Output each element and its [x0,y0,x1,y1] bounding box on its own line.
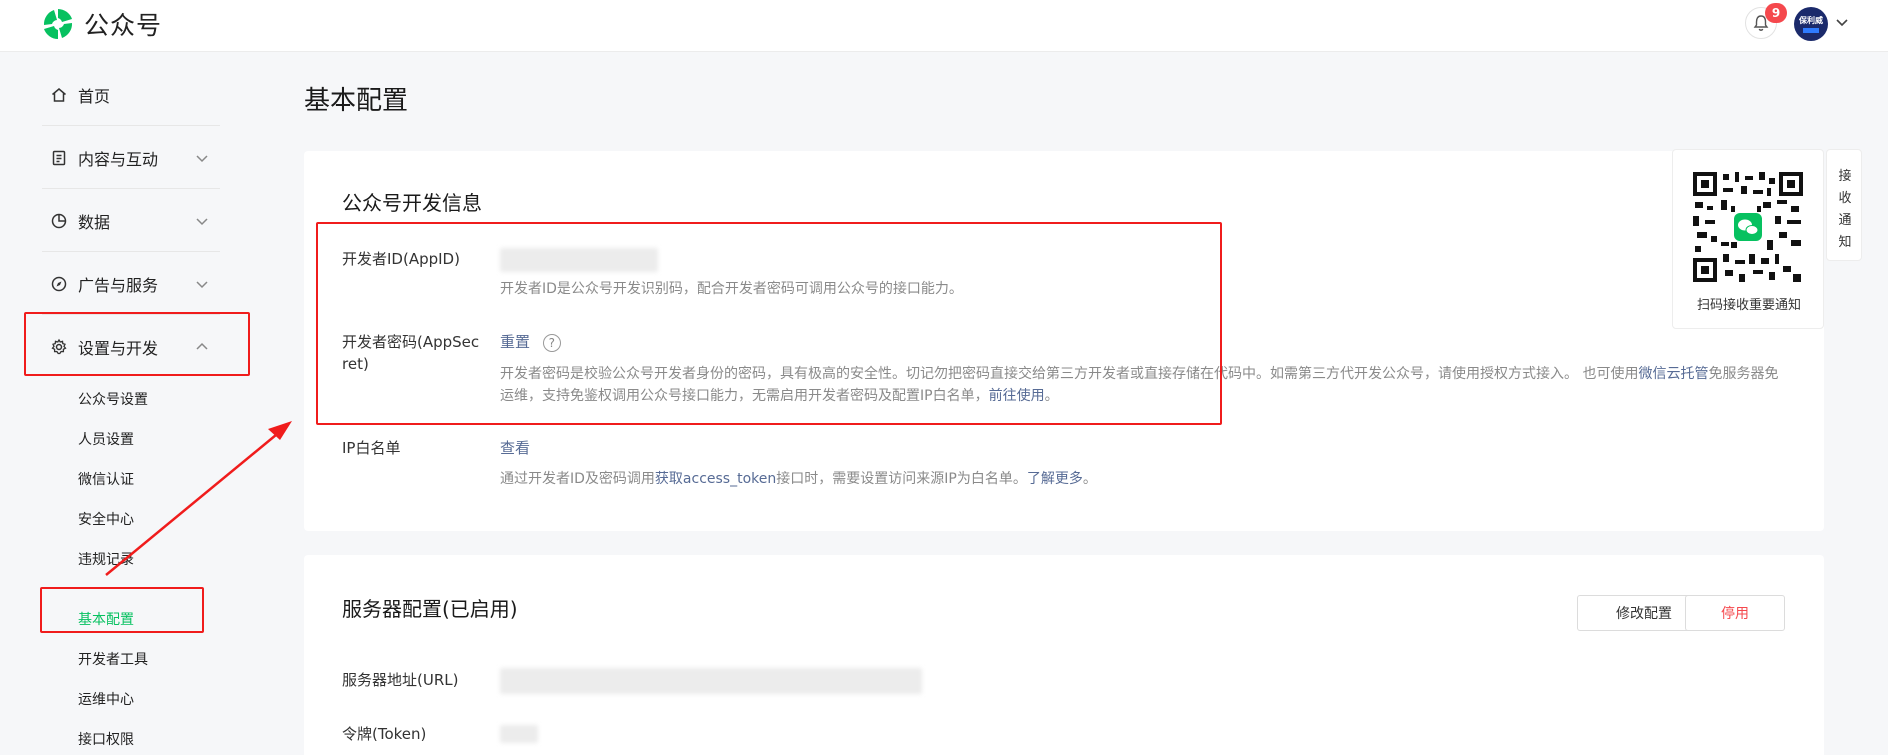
sidebar-divider [42,251,220,252]
sidebar-subitem-api-permissions[interactable]: 接口权限 [78,729,134,749]
avatar-decoration [1803,27,1819,33]
qr-code-icon [1691,170,1805,284]
home-icon [52,88,66,102]
side-tab-char: 收 [1838,191,1852,206]
sidebar-divider [42,125,220,126]
sidebar-item-ads-services[interactable]: 广告与服务 [42,264,220,304]
sidebar-item-label: 内容与互动 [78,150,159,169]
token-label: 令牌(Token) [342,725,427,743]
sidebar-item-label: 数据 [78,213,111,232]
annotation-box-settings [24,312,250,376]
server-config-card: 服务器配置(已启用) 修改配置 服务器地址(URL) 令牌(Token) [304,555,1824,755]
compass-icon [51,276,67,292]
chevron-down-icon [196,218,208,226]
page-title: 基本配置 [304,86,409,116]
chevron-down-icon[interactable] [1834,14,1850,30]
sidebar-subitem-account-settings[interactable]: 公众号设置 [78,389,148,409]
avatar[interactable]: 保利威 [1794,7,1828,41]
ip-whitelist-description: 通过开发者ID及密码调用获取access_token接口时，需要设置访问来源IP… [500,468,1097,490]
dev-info-title: 公众号开发信息 [342,191,482,215]
annotation-box-dev-info [316,222,1222,425]
annotation-box-basic-config [40,587,204,633]
side-tab-char: 通 [1838,213,1852,228]
sidebar-item-label: 首页 [78,87,111,106]
side-tab-label: 接 收 通 知 [1827,166,1863,254]
qr-notify-card: 扫码接收重要通知 [1672,149,1824,329]
token-value-redacted [500,725,538,743]
server-config-title: 服务器配置(已启用) [342,597,518,621]
side-tab-char: 知 [1838,235,1852,250]
sidebar-divider [42,188,220,189]
receive-notification-tab[interactable]: 接 收 通 知 [1826,149,1862,261]
sidebar-item-label: 广告与服务 [78,276,159,295]
sidebar-subitem-ops-center[interactable]: 运维中心 [78,689,134,709]
pie-chart-icon [51,213,67,229]
brand-logo[interactable]: 公众号 [40,6,162,42]
brand-name: 公众号 [84,11,163,40]
sidebar-subitem-wechat-verification[interactable]: 微信认证 [78,469,134,489]
server-url-value-redacted [500,668,922,694]
sidebar-subitem-developer-tools[interactable]: 开发者工具 [78,649,148,669]
chevron-down-icon [196,281,208,289]
sidebar-item-home[interactable]: 首页 [42,75,220,115]
get-access-token-link[interactable]: 获取access_token [655,471,776,487]
side-tab-char: 接 [1838,169,1852,184]
notification-count-badge: 9 [1765,3,1787,23]
sidebar-item-content[interactable]: 内容与互动 [42,138,220,178]
ip-whitelist-view-link[interactable]: 查看 [500,437,530,459]
ip-whitelist-label: IP白名单 [342,439,401,457]
server-url-label: 服务器地址(URL) [342,671,459,689]
document-icon [52,150,66,166]
disable-button[interactable]: 停用 [1685,595,1785,631]
ip-desc-text: 接口时，需要设置访问来源IP为白名单。 [776,471,1027,487]
ip-desc-text: 通过开发者ID及密码调用 [500,471,655,487]
learn-more-link[interactable]: 了解更多 [1027,471,1083,487]
appsecret-desc-text: 免服务器免 [1708,366,1779,382]
sidebar-item-data[interactable]: 数据 [42,201,220,241]
sidebar-subitem-security-center[interactable]: 安全中心 [78,509,134,529]
avatar-label: 保利威 [1799,15,1823,25]
sidebar-subitem-staff-settings[interactable]: 人员设置 [78,429,134,449]
sidebar-subitem-violation-records[interactable]: 违规记录 [78,549,134,569]
ip-desc-text: 。 [1082,471,1097,487]
qr-caption: 扫码接收重要通知 [1696,298,1801,313]
chevron-down-icon [196,155,208,163]
top-bar: 公众号 9 保利威 [0,0,1888,52]
wechat-mp-logo-icon [43,9,73,39]
wechat-cloud-hosting-link[interactable]: 微信云托管 [1638,366,1708,382]
